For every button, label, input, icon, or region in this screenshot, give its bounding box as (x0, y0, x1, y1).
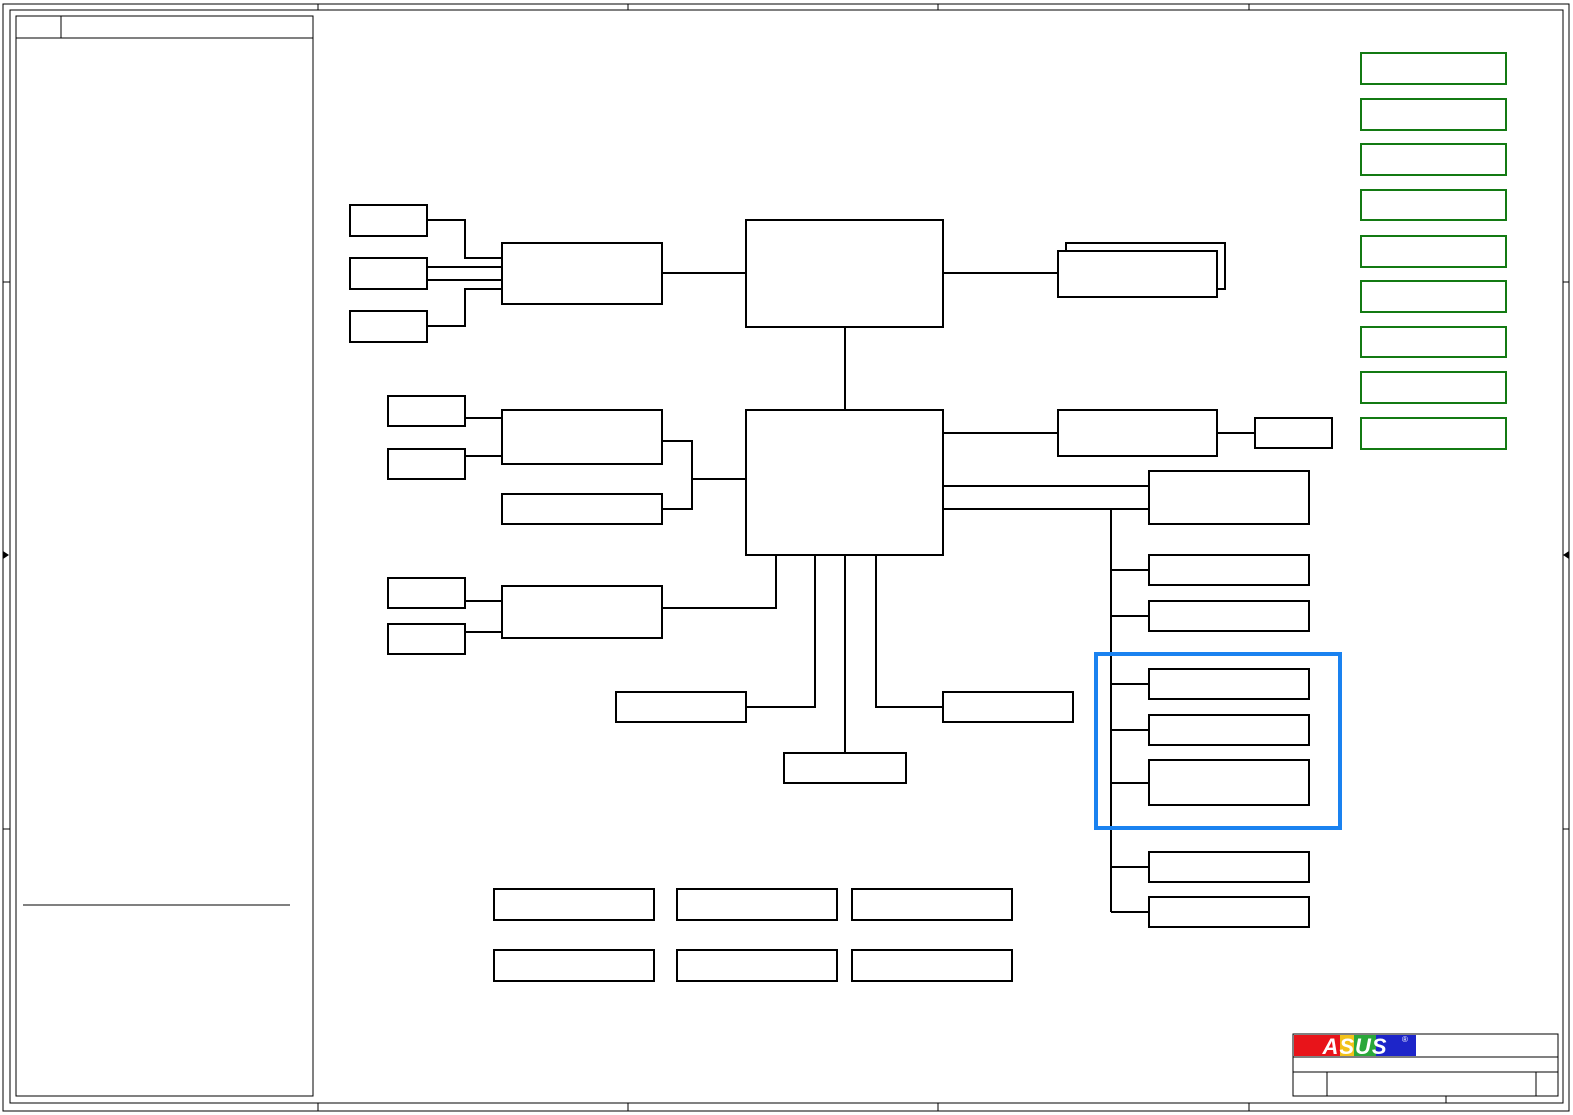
misc-block (851, 949, 1013, 982)
misc-block (851, 888, 1013, 921)
controller-block (1148, 470, 1310, 525)
controller-block (1057, 409, 1218, 457)
device-block (1148, 668, 1310, 700)
device-block (1148, 851, 1310, 883)
device-block (1148, 554, 1310, 586)
peripheral-block (349, 204, 428, 237)
function-blocks (349, 204, 1333, 982)
power-block (1360, 52, 1507, 85)
misc-block (493, 888, 655, 921)
peripheral-block (387, 577, 466, 609)
io-block (942, 691, 1074, 723)
interface-block (501, 585, 663, 639)
sheet-frame (2, 3, 1570, 1112)
peripheral-block (387, 623, 466, 655)
power-block (1360, 326, 1507, 358)
power-block (1360, 189, 1507, 221)
logo-text: ASUS (1321, 1034, 1387, 1059)
power-blocks (1360, 52, 1507, 450)
peripheral-block (349, 310, 428, 343)
misc-block (676, 949, 838, 982)
memory-block (1057, 250, 1218, 298)
misc-block (493, 949, 655, 982)
interface-block (501, 493, 663, 525)
title-block: ASUS ® (1292, 1033, 1559, 1103)
cpu-block (745, 219, 944, 328)
asus-logo: ASUS ® (1294, 1034, 1416, 1059)
power-block (1360, 235, 1507, 268)
chipset-hub-block (745, 409, 944, 556)
power-block (1360, 371, 1507, 404)
peripheral-block (387, 395, 466, 427)
peripheral-block (349, 257, 428, 290)
misc-block (676, 888, 838, 921)
io-block (783, 752, 907, 784)
power-block (1360, 98, 1507, 131)
power-block (1360, 417, 1507, 450)
peripheral-block (387, 448, 466, 480)
arrow-right-icon (3, 551, 9, 559)
power-block (1360, 143, 1507, 176)
power-block (1360, 280, 1507, 313)
interface-block (501, 409, 663, 465)
logo-registered-mark: ® (1402, 1035, 1408, 1044)
schematic-sheet: ASUS ® (2, 3, 1570, 1112)
device-block (1148, 896, 1310, 928)
device-block (1148, 714, 1310, 746)
connector-block (1254, 417, 1333, 449)
device-block (1148, 600, 1310, 632)
arrow-left-icon (1563, 551, 1569, 559)
device-block (1148, 759, 1310, 806)
io-block (615, 691, 747, 723)
interface-block (501, 242, 663, 305)
notes-panel (15, 15, 314, 1097)
